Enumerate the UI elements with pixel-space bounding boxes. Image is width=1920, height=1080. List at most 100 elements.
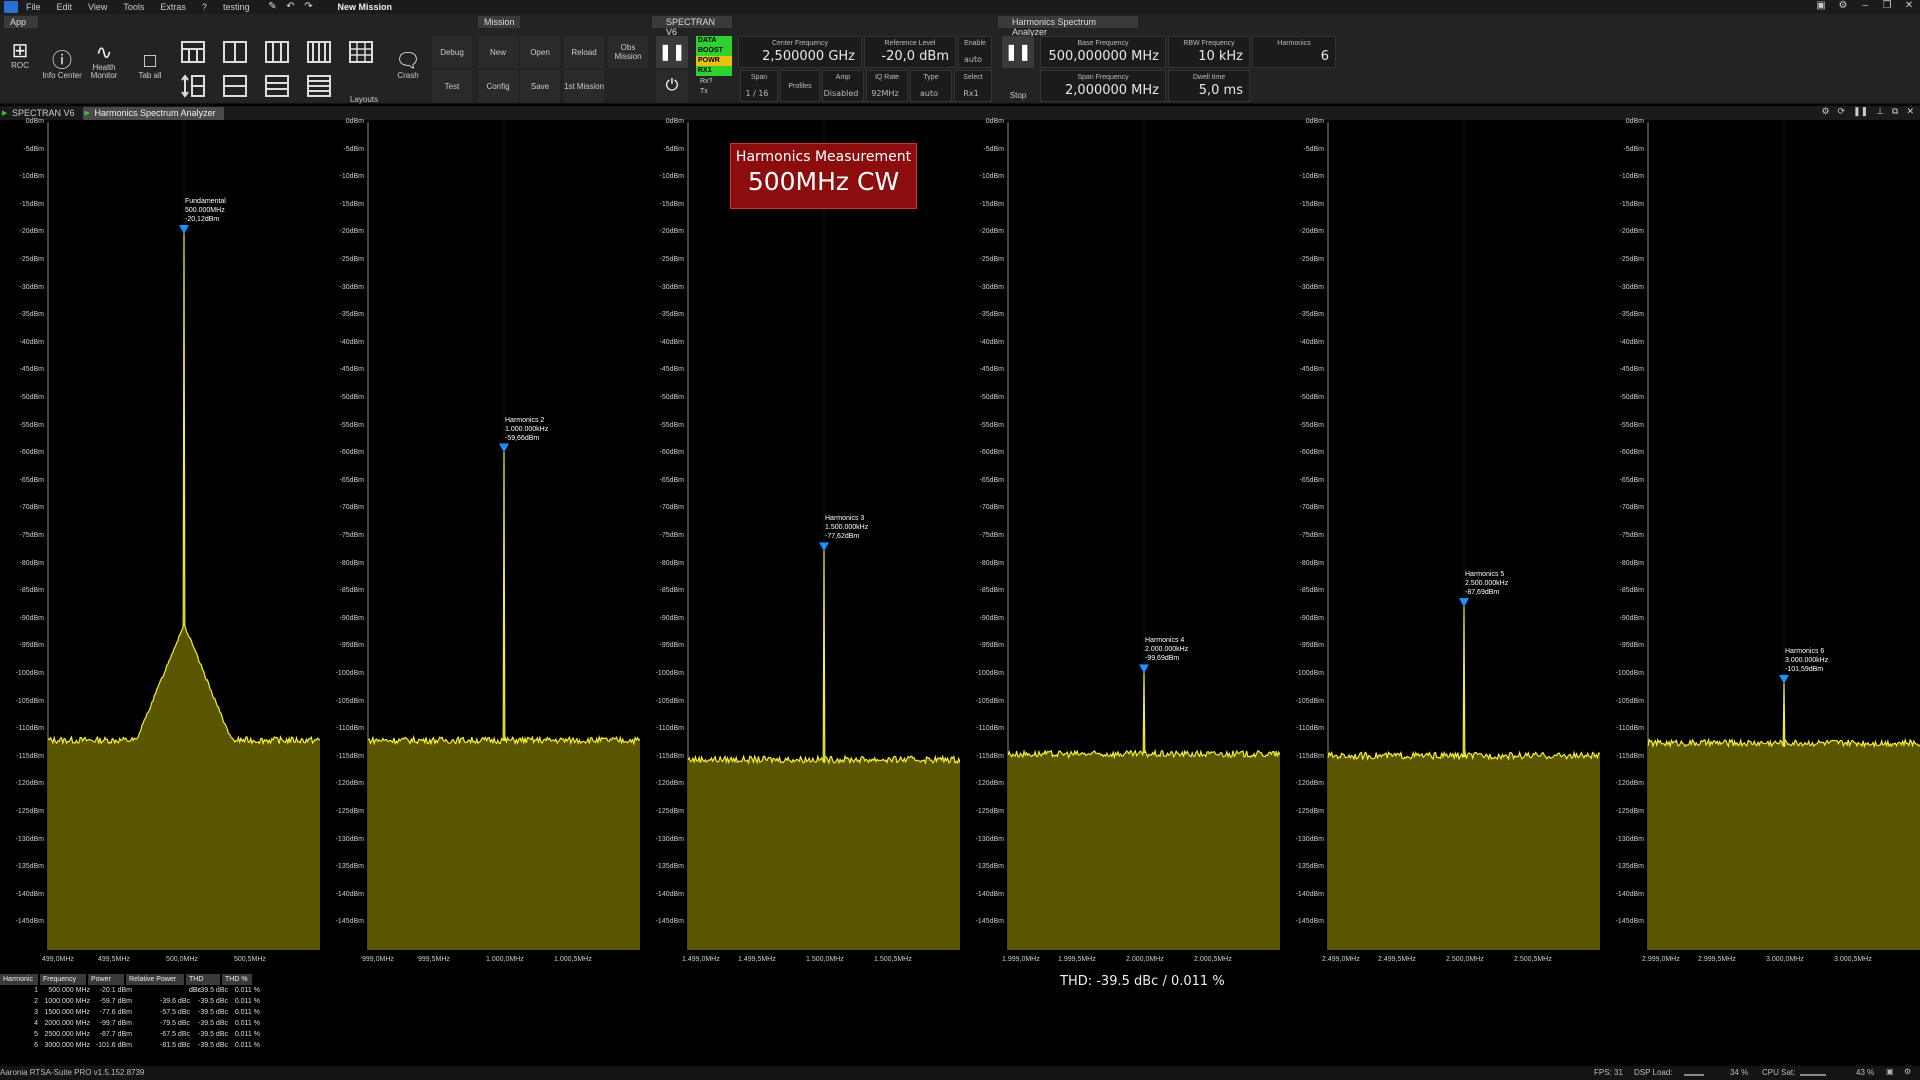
reference-level-field[interactable]: Reference Level -20,0 dBm: [864, 36, 956, 68]
col-relative-power[interactable]: Relative Power: [126, 974, 184, 985]
col-thd-percent[interactable]: THD %: [222, 974, 252, 985]
panel-icon[interactable]: ▣: [1810, 0, 1832, 11]
layout-5-button[interactable]: [342, 36, 380, 68]
peak-marker[interactable]: [1139, 664, 1149, 674]
span-select[interactable]: Span 1 / 16: [740, 70, 778, 102]
layout-3-button[interactable]: [258, 36, 296, 68]
health-monitor-button[interactable]: ∿ Health Monitor: [84, 36, 124, 80]
spectran-power-button[interactable]: ⏻: [656, 70, 688, 102]
peak-marker[interactable]: [1459, 598, 1469, 608]
table-row[interactable]: 6 3000.000 MHz -101.6 dBm -81.5 dBc -39.5 dB…: [0, 1040, 290, 1051]
redo-icon[interactable]: ↷: [301, 2, 315, 12]
marker-label: Harmonics 2 1.000.000kHz -59,66dBm: [505, 416, 548, 443]
harmonic-plot-5[interactable]: 0dBm -5dBm -10dBm -15dBm -20dBm -25dBm -30dBm -…: [1280, 118, 1600, 970]
menu-help[interactable]: ?: [202, 2, 207, 12]
pin-icon[interactable]: ⊥: [1876, 106, 1884, 117]
base-frequency-field[interactable]: Base Frequency 500,000000 MHz: [1040, 36, 1166, 68]
enable-select[interactable]: Enable auto: [958, 36, 992, 68]
close-button[interactable]: ✕: [1898, 0, 1920, 11]
tab-harmonics-analyzer[interactable]: Harmonics Spectrum Analyzer: [82, 106, 224, 120]
y-tick-label: -30dBm: [1619, 283, 1644, 291]
table-cell: -59.7 dBm: [99, 998, 132, 1005]
x-tick-label: 1.000,0MHz: [486, 956, 524, 963]
debug-button[interactable]: Debug: [432, 36, 472, 68]
col-power[interactable]: Power: [88, 974, 124, 985]
refresh-icon[interactable]: ⟳: [1838, 106, 1846, 117]
harmonic-plot-6[interactable]: 0dBm -5dBm -10dBm -15dBm -20dBm -25dBm -30dBm -…: [1600, 118, 1920, 970]
layout-7-button[interactable]: [216, 70, 254, 102]
iq-rate-select[interactable]: IQ Rate 92MHz: [866, 70, 908, 102]
minimize-button[interactable]: –: [1854, 0, 1876, 11]
menu-view[interactable]: View: [88, 2, 107, 12]
layout-9-button[interactable]: [300, 70, 338, 102]
tab-all-button[interactable]: □ Tab all: [130, 36, 170, 80]
layout-4-button[interactable]: [300, 36, 338, 68]
harmonics-pause-button[interactable]: ❚❚: [1002, 36, 1034, 68]
detach-icon[interactable]: ⧉: [1892, 106, 1898, 117]
pause-icon[interactable]: ❚❚: [1853, 106, 1868, 117]
mission-reload-button[interactable]: Reload: [564, 36, 604, 68]
close-icon[interactable]: ✕: [1906, 106, 1914, 117]
mission-new-button[interactable]: New: [478, 36, 518, 68]
y-tick-label: -75dBm: [1299, 532, 1324, 539]
info-center-button[interactable]: ⓘ Info Center: [42, 36, 82, 80]
type-select[interactable]: Type auto: [910, 70, 952, 102]
col-frequency[interactable]: Frequency: [40, 974, 86, 985]
mission-config-button[interactable]: Config: [478, 70, 518, 102]
harmonics-count-field[interactable]: Harmonics 6: [1252, 36, 1336, 68]
undo-icon[interactable]: ↶: [283, 2, 297, 12]
gear-icon[interactable]: ⚙: [1821, 106, 1829, 117]
layout-8-button[interactable]: [258, 70, 296, 102]
edit-icon[interactable]: ✎: [265, 2, 279, 12]
mission-open-button[interactable]: Open: [520, 36, 560, 68]
layouts-button[interactable]: Layouts: [344, 70, 384, 104]
table-cell: 4: [34, 1020, 38, 1027]
table-row[interactable]: 1 500.000 MHz -20.1 dBm -39.5 dBc 0.011 %: [0, 985, 290, 996]
span-frequency-field[interactable]: Span Frequency 2,000000 MHz: [1040, 70, 1166, 102]
maximize-button[interactable]: ❐: [1876, 0, 1898, 11]
layout-1-button[interactable]: [174, 36, 212, 68]
crash-button[interactable]: 🗨 Crash: [388, 36, 428, 80]
peak-marker[interactable]: [1779, 674, 1789, 684]
layout-2-button[interactable]: [216, 36, 254, 68]
harmonic-plot-4[interactable]: 0dBm -5dBm -10dBm -15dBm -20dBm -25dBm -30dBm -…: [960, 118, 1280, 970]
spectran-pause-button[interactable]: ❚❚: [656, 36, 688, 68]
col-harmonic[interactable]: Harmonic: [0, 974, 38, 985]
first-mission-button[interactable]: 1st Mission: [564, 70, 604, 102]
y-tick-label: -125dBm: [15, 808, 44, 815]
table-row[interactable]: 5 2500.000 MHz -87.7 dBm -67.5 dBc -39.5 dBc…: [0, 1029, 290, 1040]
menu-tools[interactable]: Tools: [123, 2, 144, 12]
table-row[interactable]: 4 2000.000 MHz -99.7 dBm -79.5 dBc -39.5 dBc…: [0, 1018, 290, 1029]
harmonics-stop-button[interactable]: Stop: [998, 70, 1038, 100]
obs-mission-button[interactable]: Obs Mission: [608, 36, 648, 68]
menu-extras[interactable]: Extras: [160, 2, 186, 12]
harmonic-plot-3[interactable]: 0dBm -5dBm -10dBm -15dBm -20dBm -25dBm -30dBm -…: [640, 118, 960, 970]
center-frequency-field[interactable]: Center Frequency 2,500000 GHz: [738, 36, 862, 68]
amp-select[interactable]: Amp Disabled: [822, 70, 864, 102]
harmonic-plot-1[interactable]: 0dBm -5dBm -10dBm -15dBm -20dBm -25dBm -30dBm -…: [0, 118, 320, 970]
test-button[interactable]: Test: [432, 70, 472, 102]
peak-marker[interactable]: [499, 443, 509, 453]
table-row[interactable]: 3 1500.000 MHz -77.6 dBm -57.5 dBc -39.5 dBc…: [0, 1007, 290, 1018]
profiles-button[interactable]: Profiles: [780, 70, 820, 102]
menu-testing[interactable]: testing: [223, 2, 250, 12]
table-row[interactable]: 2 1000.000 MHz -59.7 dBm -39.6 dBc -39.5 dBc…: [0, 996, 290, 1007]
y-tick-label: -95dBm: [659, 642, 684, 650]
harmonic-plot-2[interactable]: 0dBm -5dBm -10dBm -15dBm -20dBm -25dBm -30dBm -…: [320, 118, 640, 970]
peak-marker[interactable]: [819, 542, 829, 552]
mission-save-button[interactable]: Save: [520, 70, 560, 102]
peak-marker[interactable]: [179, 224, 189, 234]
panel-icon[interactable]: ▣: [1886, 1067, 1894, 1076]
col-thd-dbc[interactable]: THD dBc: [186, 974, 220, 994]
menu-edit[interactable]: Edit: [57, 2, 73, 12]
layout-6-button[interactable]: [174, 70, 212, 102]
y-tick-label: -90dBm: [659, 614, 684, 622]
marker-freq: 500.000MHz: [185, 206, 225, 214]
settings-icon[interactable]: ⚙: [1904, 1067, 1911, 1076]
rx-select[interactable]: Select Rx1: [954, 70, 992, 102]
menu-file[interactable]: File: [26, 2, 41, 12]
roc-button[interactable]: ⊞ ROC: [0, 36, 40, 70]
dwell-time-field[interactable]: Dwell time 5,0 ms: [1168, 70, 1250, 102]
rbw-frequency-field[interactable]: RBW Frequency 10 kHz: [1168, 36, 1250, 68]
settings-icon[interactable]: ⚙: [1832, 0, 1854, 11]
